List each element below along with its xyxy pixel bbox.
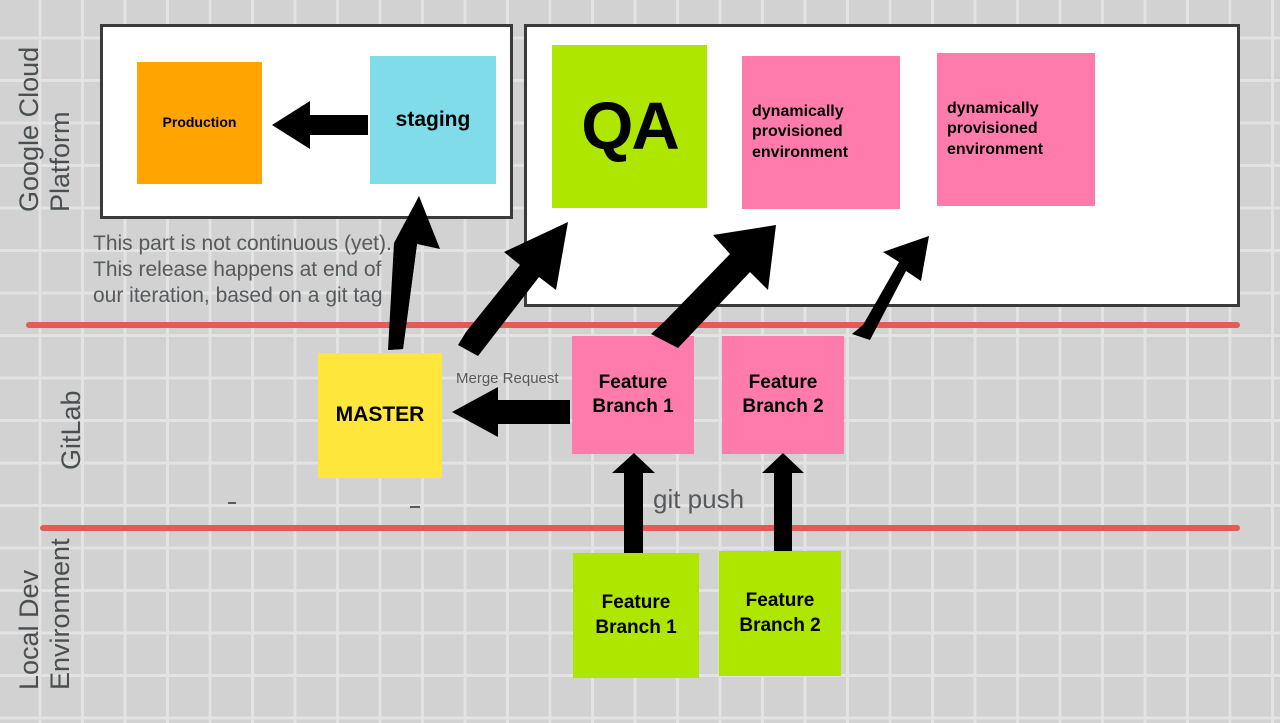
node-dynamic-environment-2[interactable]: dynamically provisioned environment xyxy=(937,53,1095,206)
node-qa[interactable]: QA xyxy=(552,45,707,208)
node-master-branch[interactable]: MASTER xyxy=(318,353,442,478)
stray-mark-mid xyxy=(410,506,420,508)
node-staging[interactable]: staging xyxy=(370,56,496,184)
node-dynamic-environment-1[interactable]: dynamically provisioned environment xyxy=(742,56,900,209)
arrow-git-push-2 xyxy=(762,453,804,551)
annotation-merge-request: Merge Request xyxy=(456,370,559,387)
diagram-canvas: Google Cloud Platform GitLab Local Dev E… xyxy=(0,0,1280,723)
lane-label-local-dev-environment: Local Dev Environment xyxy=(14,538,75,690)
stray-mark-left xyxy=(228,502,236,504)
node-local-feature-branch-1[interactable]: Feature Branch 1 xyxy=(573,553,699,678)
node-gitlab-feature-branch-2[interactable]: Feature Branch 2 xyxy=(722,336,844,454)
node-production[interactable]: Production xyxy=(137,62,262,184)
node-local-feature-branch-2[interactable]: Feature Branch 2 xyxy=(719,551,841,676)
divider-gcp-gitlab xyxy=(26,322,1240,328)
divider-gitlab-local xyxy=(40,525,1240,531)
node-gitlab-feature-branch-1[interactable]: Feature Branch 1 xyxy=(572,336,694,454)
arrow-git-push-1 xyxy=(612,453,655,553)
lane-label-gitlab: GitLab xyxy=(56,390,86,470)
lane-label-google-cloud-platform: Google Cloud Platform xyxy=(14,46,75,212)
annotation-release-note: This part is not continuous (yet). This … xyxy=(93,232,392,307)
arrow-merge-request xyxy=(452,387,570,437)
annotation-git-push: git push xyxy=(653,484,745,514)
